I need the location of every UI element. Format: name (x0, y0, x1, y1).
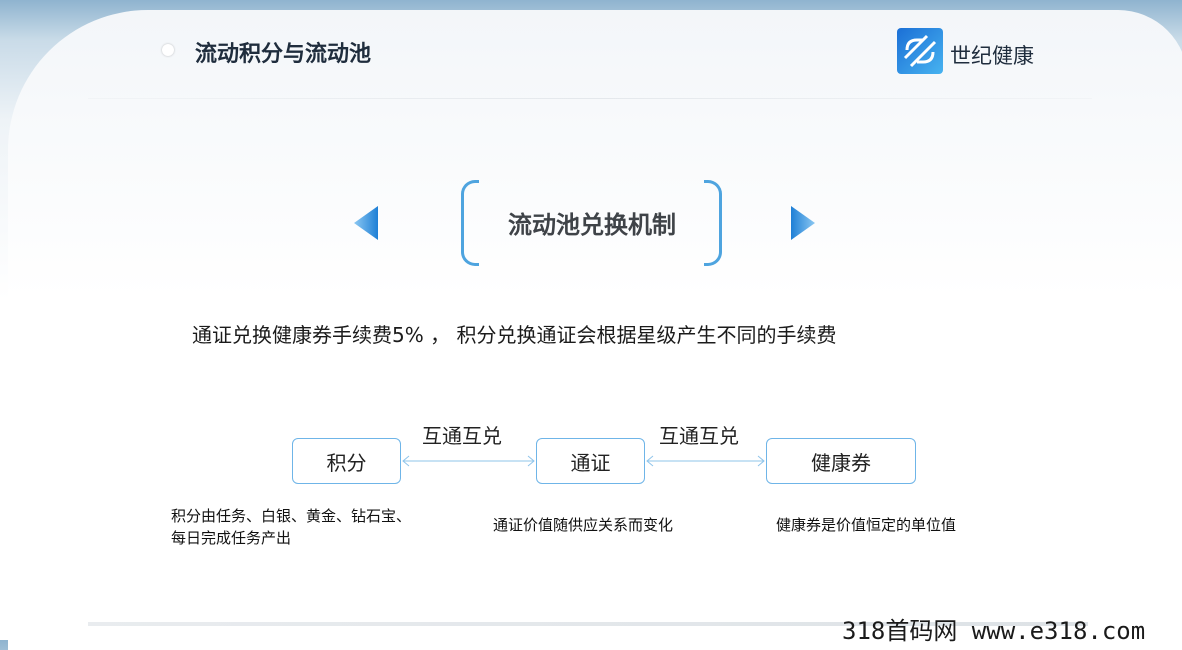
double-arrow-icon (401, 452, 536, 470)
note-token: 通证价值随供应关系而变化 (493, 516, 674, 534)
brand-name: 世纪健康 (950, 44, 1034, 68)
left-bracket (461, 180, 479, 266)
right-bracket (704, 180, 722, 266)
triangle-left-icon[interactable] (352, 204, 380, 242)
watermark-text: 318首码网 www.e318.com (842, 617, 1146, 645)
node-points: 积分 (292, 438, 401, 484)
header-divider (88, 98, 1092, 99)
note-health-voucher: 健康券是价值恒定的单位值 (776, 516, 957, 534)
description-text: 通证兑换健康券手续费5% ， 积分兑换通证会根据星级产生不同的手续费 (192, 323, 837, 347)
page-title: 流动积分与流动池 (195, 42, 372, 67)
node-token: 通证 (536, 438, 645, 484)
brand-logo-icon (897, 28, 943, 74)
link-label: 互通互兑 (659, 424, 739, 448)
triangle-right-icon[interactable] (789, 204, 817, 242)
link-label: 互通互兑 (422, 424, 502, 448)
double-arrow-icon (645, 452, 766, 470)
bullet-dot-icon (162, 44, 174, 56)
section-title: 流动池兑换机制 (508, 211, 676, 239)
node-health-voucher: 健康券 (766, 438, 916, 484)
note-points: 积分由任务、白银、黄金、钻石宝、每日完成任务产出 (171, 507, 412, 547)
